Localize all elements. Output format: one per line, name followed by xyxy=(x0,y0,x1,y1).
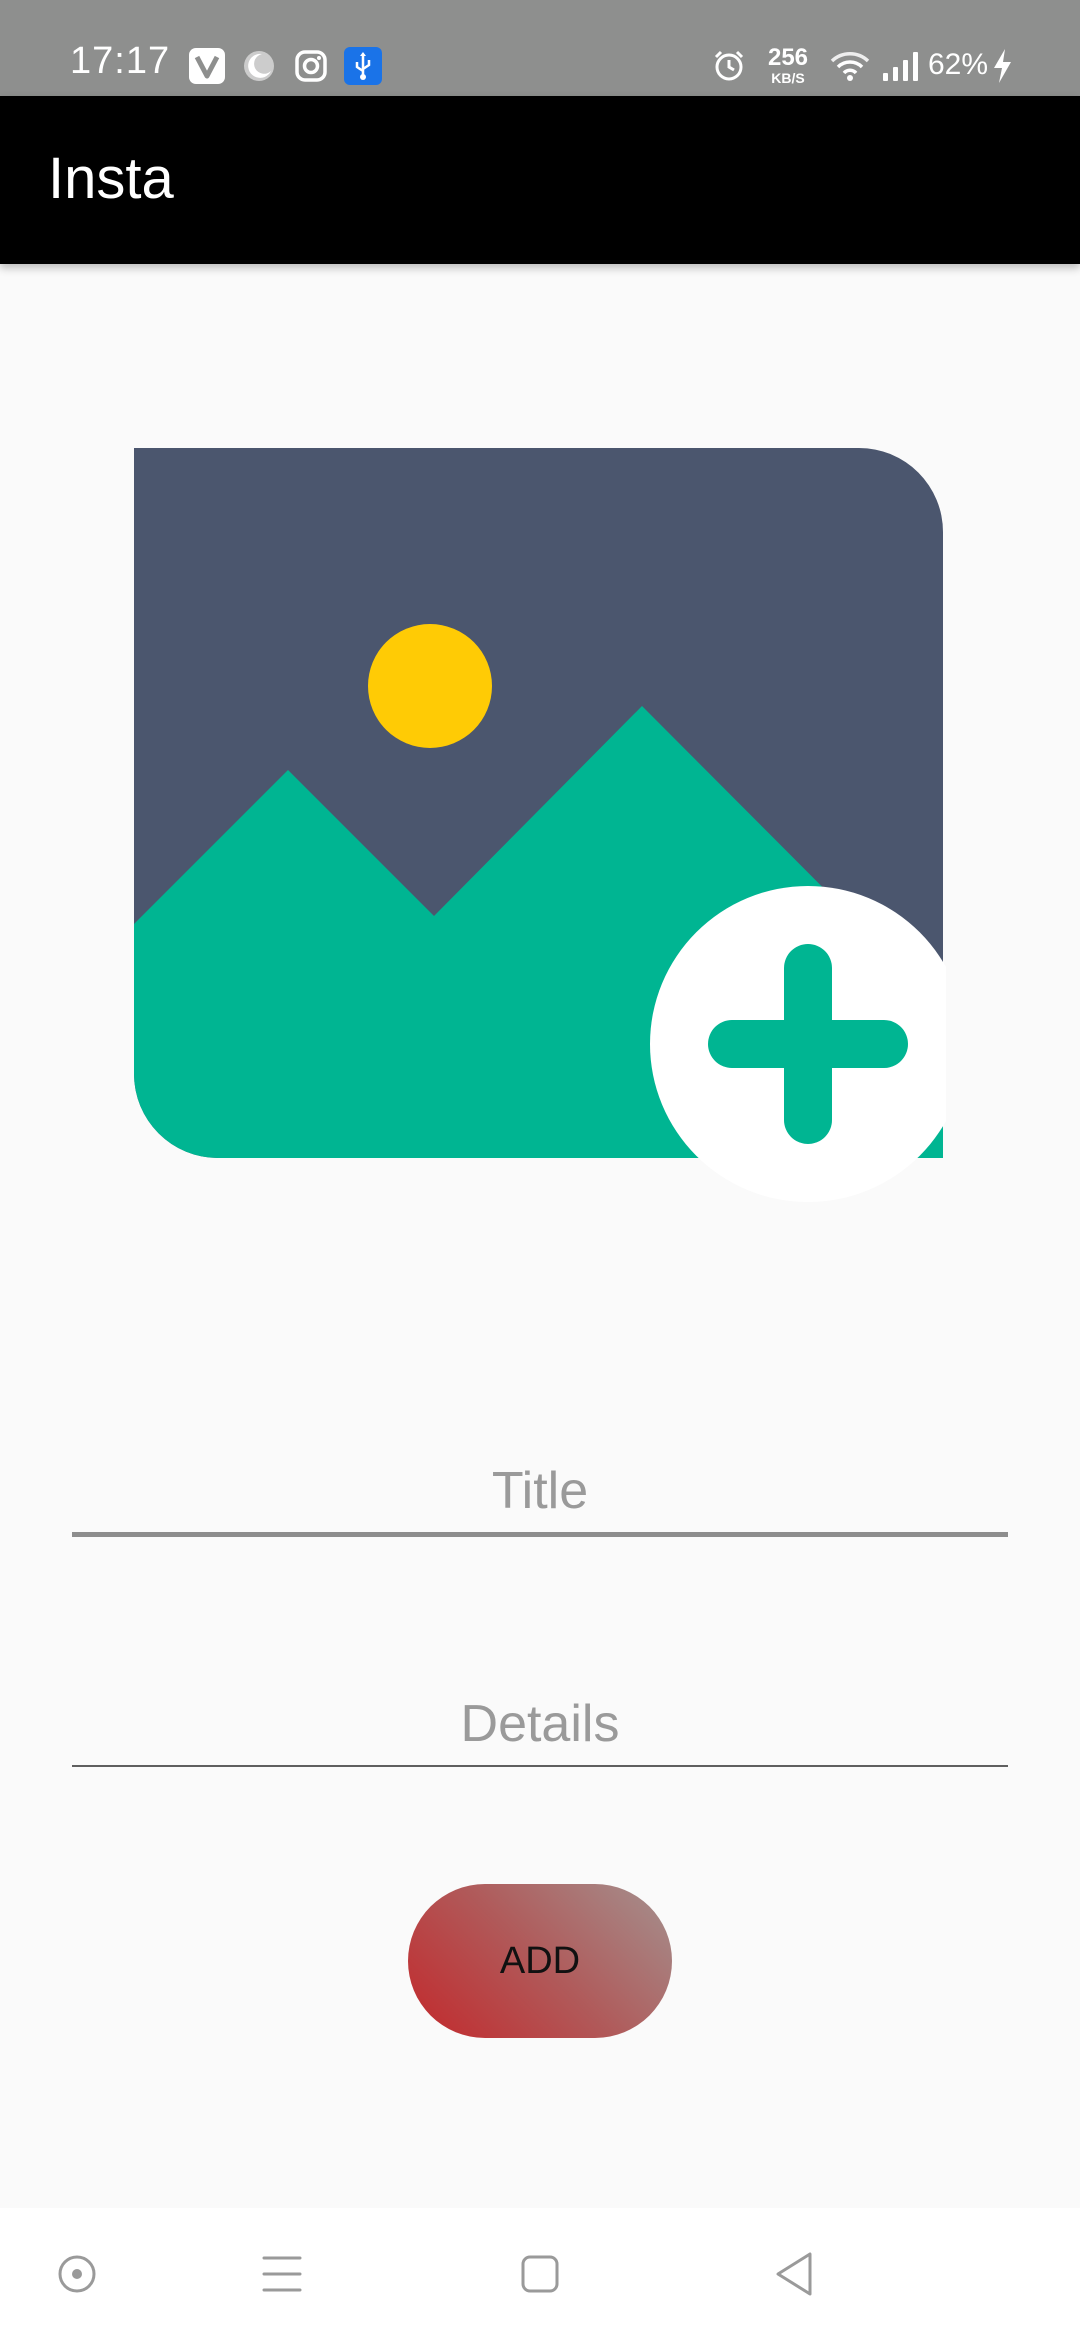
screen: 17:17 256 KB/S 62% Insta Title Details A… xyxy=(0,0,1080,2340)
instagram-icon xyxy=(292,48,330,84)
battery-percentage: 62% xyxy=(928,48,989,81)
alarm-icon xyxy=(711,48,747,84)
back-icon[interactable] xyxy=(766,2244,826,2304)
charging-icon xyxy=(990,48,1014,84)
title-field xyxy=(72,1456,1008,1540)
add-button-label: ADD xyxy=(499,1939,581,1982)
network-speed: 256 KB/S xyxy=(763,44,813,86)
network-speed-unit: KB/S xyxy=(771,70,805,86)
usb-icon xyxy=(344,47,382,85)
app-bar: Insta xyxy=(0,96,1080,264)
details-underline xyxy=(72,1765,1008,1767)
status-time: 17:17 xyxy=(70,40,171,82)
status-bar: 17:17 256 KB/S 62% xyxy=(0,0,1080,96)
home-icon[interactable] xyxy=(510,2244,570,2304)
assistant-icon[interactable] xyxy=(47,2244,107,2304)
navigation-bar xyxy=(0,2208,1080,2340)
wifi-icon xyxy=(828,48,872,84)
details-field xyxy=(72,1690,1008,1770)
details-input[interactable] xyxy=(72,1690,1008,1758)
app-title: Insta xyxy=(48,146,174,211)
add-image-icon xyxy=(134,448,966,1202)
add-button[interactable]: ADD xyxy=(408,1884,672,2038)
menu-icon[interactable] xyxy=(252,2244,312,2304)
title-underline xyxy=(72,1532,1008,1537)
title-input[interactable] xyxy=(72,1456,1008,1526)
moon-icon xyxy=(240,48,278,84)
v-app-icon xyxy=(188,48,226,84)
image-picker[interactable] xyxy=(134,448,966,1202)
network-speed-value: 256 xyxy=(767,44,809,71)
signal-icon xyxy=(880,48,922,84)
